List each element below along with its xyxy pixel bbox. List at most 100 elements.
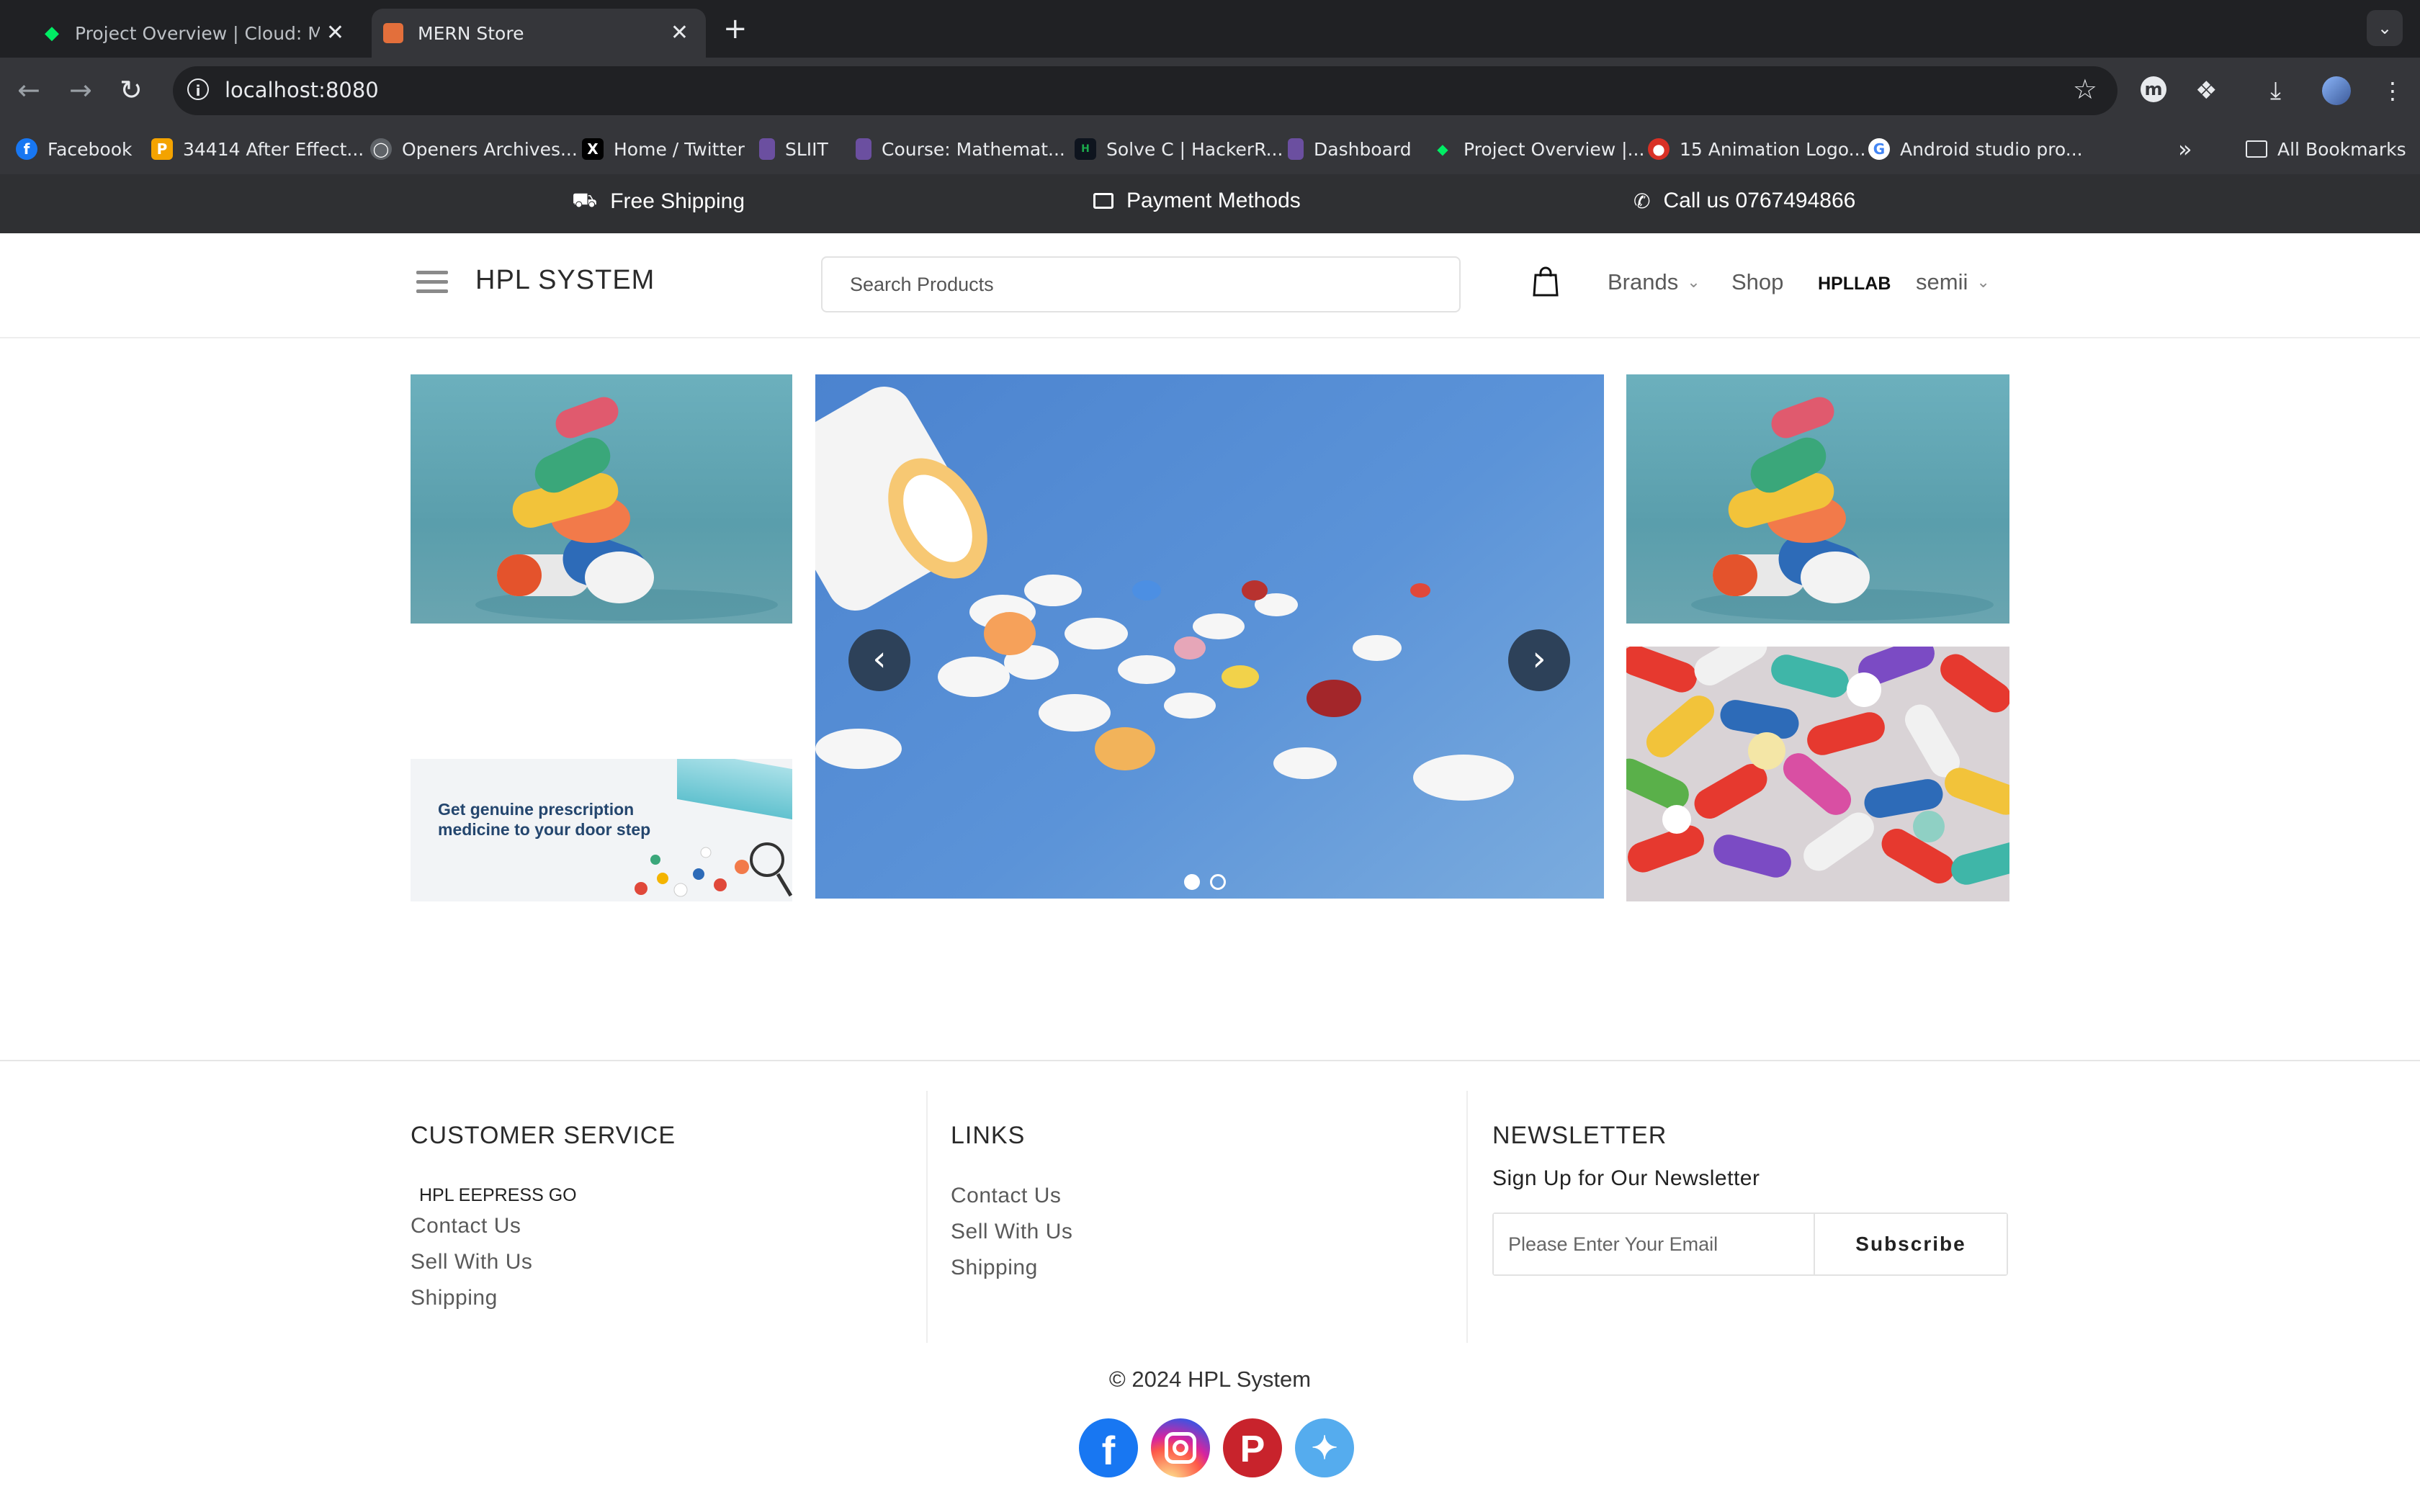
close-icon[interactable]: ✕	[326, 20, 344, 46]
footer-link-sell-with-us[interactable]: Sell With Us	[951, 1220, 1072, 1244]
bookmark-label: Dashboard	[1314, 138, 1412, 160]
call-us-label: Call us 0767494866	[1663, 189, 1856, 212]
bookmark-dashboard[interactable]: ​ Dashboard	[1288, 135, 1412, 163]
bookmark-label: 34414 After Effect...	[183, 138, 364, 160]
shop-link[interactable]: Shop	[1731, 269, 1783, 295]
shield-icon: ​	[856, 138, 871, 160]
bookmark-hackerrank[interactable]: H Solve C | HackerR...	[1075, 135, 1283, 163]
banner-colorful-capsules[interactable]	[1626, 647, 2009, 901]
carousel-next-chevron-icon[interactable]: ›	[1508, 629, 1570, 691]
close-icon[interactable]: ✕	[671, 20, 689, 46]
site-info-icon[interactable]: i	[187, 78, 209, 100]
footer-link-shipping[interactable]: Shipping	[411, 1286, 498, 1310]
address-bar[interactable]: i localhost:8080 ☆	[173, 66, 2118, 115]
new-tab-plus-icon[interactable]: +	[723, 12, 748, 46]
brands-label: Brands	[1608, 269, 1679, 294]
more-bookmarks-chevron-icon[interactable]: »	[2178, 135, 2192, 163]
bookmark-star-icon[interactable]: ☆	[2073, 73, 2097, 105]
customer-service-heading: CUSTOMER SERVICE	[411, 1122, 676, 1149]
bookmark-facebook[interactable]: f Facebook	[16, 135, 132, 163]
instagram-icon[interactable]	[1151, 1418, 1210, 1477]
bookmarks-bar: f Facebook P 34414 After Effect... ◯ Ope…	[0, 124, 2420, 175]
bookmark-label: Openers Archives...	[402, 138, 578, 160]
bookmark-sliit[interactable]: ​ SLIIT	[759, 135, 828, 163]
search-input[interactable]	[821, 256, 1461, 312]
copyright-text: © 2024 HPL System	[1108, 1367, 1312, 1392]
folder-icon	[2246, 140, 2267, 158]
capsules-pile-image	[1626, 647, 2009, 885]
carousel-dot-1[interactable]	[1184, 874, 1200, 890]
bookmark-label: Facebook	[48, 138, 133, 160]
pill-bottle-spill-image	[815, 387, 1514, 801]
chevron-down-icon: ⌄	[1687, 273, 1700, 291]
truck-icon: ⛟	[572, 189, 598, 211]
leaf-icon: ◆	[1437, 140, 1448, 158]
bookmark-openers-archives[interactable]: ◯ Openers Archives...	[370, 135, 578, 163]
facebook-icon[interactable]: f	[1079, 1418, 1138, 1477]
bookmark-course-mathematics[interactable]: ​ Course: Mathemat...	[856, 135, 1065, 163]
banner-prescription-promo[interactable]: Get genuine prescription medicine to you…	[411, 759, 792, 901]
reload-icon[interactable]: ↻	[120, 73, 143, 107]
pills-stack-illustration	[1691, 397, 1994, 621]
shopping-bag-icon[interactable]	[1533, 266, 1559, 297]
bookmark-project-overview[interactable]: ◆ Project Overview |...	[1432, 135, 1644, 163]
footer-column-divider	[1466, 1091, 1468, 1343]
bookmark-animation-logo[interactable]: ● 15 Animation Logo...	[1648, 135, 1866, 163]
carousel-prev-chevron-icon[interactable]: ‹	[848, 629, 910, 691]
footer-link-sell-with-us[interactable]: Sell With Us	[411, 1250, 532, 1274]
links-heading: LINKS	[951, 1122, 1026, 1149]
free-shipping: ⛟ Free Shipping	[572, 189, 745, 215]
subscribe-button[interactable]: Subscribe	[1815, 1214, 2007, 1274]
bookmark-label: Course: Mathemat...	[882, 138, 1065, 160]
p-icon: P	[151, 138, 173, 160]
globe-icon: ◯	[370, 138, 392, 160]
payment-methods-label: Payment Methods	[1126, 189, 1301, 212]
footer-link-shipping[interactable]: Shipping	[951, 1256, 1038, 1280]
bookmark-label: 15 Animation Logo...	[1680, 138, 1866, 160]
user-dropdown[interactable]: semii ⌄	[1916, 269, 1990, 295]
hpllab-link[interactable]: HPLLAB	[1818, 274, 1891, 294]
browser-menu-icon[interactable]: ⋮	[2381, 76, 2404, 105]
pills-stack-illustration	[475, 397, 778, 621]
bookmark-label: Solve C | HackerR...	[1106, 138, 1283, 160]
brands-dropdown[interactable]: Brands ⌄	[1608, 269, 1700, 295]
forward-arrow-icon[interactable]: →	[69, 73, 92, 107]
download-icon[interactable]: ⤓	[2270, 76, 2281, 105]
carousel-dot-2[interactable]	[1210, 874, 1226, 890]
chevron-down-icon: ⌄	[1976, 273, 1990, 291]
tab-search-chevron-icon[interactable]: ⌄	[2367, 10, 2403, 46]
customer-service-subtitle: HPL EEPRESS GO	[419, 1185, 577, 1205]
credit-card-icon	[1093, 193, 1113, 209]
url-text[interactable]: localhost:8080	[225, 78, 379, 102]
hero-carousel[interactable]: ‹ ›	[815, 374, 1604, 899]
newsletter-email-input[interactable]	[1494, 1214, 1815, 1274]
twitter-icon[interactable]: ✦	[1295, 1418, 1354, 1477]
newsletter-subtitle: Sign Up for Our Newsletter	[1492, 1166, 1760, 1190]
bookmark-after-effects[interactable]: P 34414 After Effect...	[151, 135, 364, 163]
bookmark-android-studio[interactable]: G Android studio pro...	[1868, 135, 2083, 163]
tab-mern-store[interactable]: MERN Store ✕	[372, 9, 706, 58]
hamburger-menu-icon[interactable]	[416, 271, 448, 297]
profile-avatar-icon[interactable]	[2322, 76, 2351, 105]
all-bookmarks[interactable]: All Bookmarks	[2246, 135, 2406, 163]
footer-link-contact-us[interactable]: Contact Us	[411, 1214, 521, 1238]
bookmark-label: SLIIT	[785, 138, 828, 160]
banner-pills-stack-left[interactable]	[411, 374, 792, 624]
shield-icon: ​	[1288, 138, 1304, 160]
bookmark-twitter[interactable]: X Home / Twitter	[582, 135, 745, 163]
instagram-lens	[1173, 1440, 1188, 1456]
footer-link-contact-us[interactable]: Contact Us	[951, 1184, 1061, 1208]
user-label: semii	[1916, 269, 1968, 294]
tab-project-overview[interactable]: ◆ Project Overview | Cloud: Mo ✕	[17, 9, 362, 58]
back-arrow-icon[interactable]: ←	[17, 73, 40, 107]
brand-logo[interactable]: HPL SYSTEM	[475, 265, 655, 296]
banner-pills-stack-right[interactable]	[1626, 374, 2009, 624]
call-us: ✆ Call us 0767494866	[1634, 189, 1855, 213]
extension-m-icon[interactable]: m	[2141, 76, 2166, 102]
google-icon: G	[1868, 138, 1890, 160]
mongodb-leaf-icon: ◆	[45, 22, 59, 44]
bookmark-label: Android studio pro...	[1900, 138, 2083, 160]
pinterest-icon[interactable]: P	[1223, 1418, 1282, 1477]
extensions-puzzle-icon[interactable]: ❖	[2195, 76, 2217, 105]
newsletter-heading: NEWSLETTER	[1492, 1122, 1667, 1149]
